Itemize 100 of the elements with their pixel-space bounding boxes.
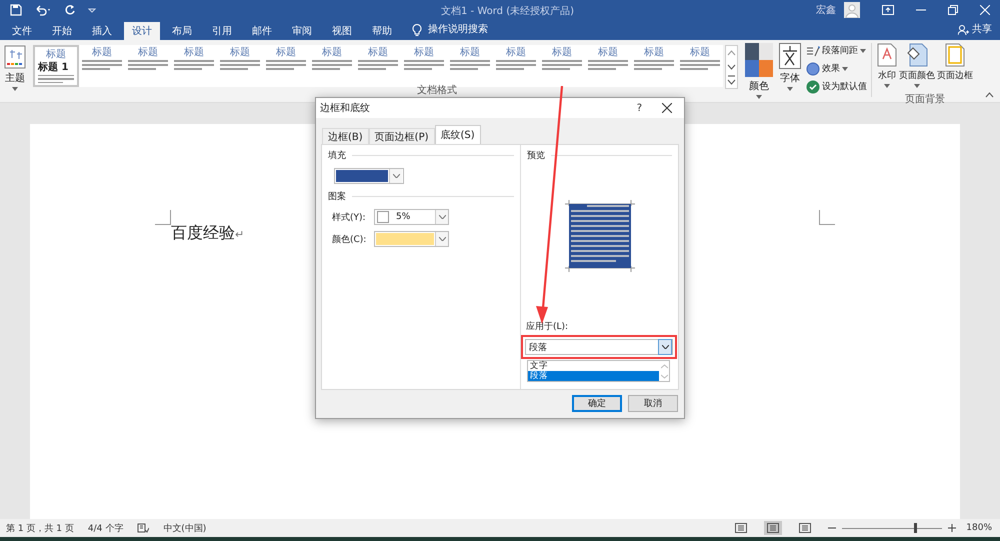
redo-icon[interactable] (64, 4, 76, 16)
caret-icon (12, 87, 18, 91)
check-icon (806, 80, 820, 94)
caret-icon (438, 237, 446, 241)
save-icon[interactable] (10, 4, 22, 16)
caret-icon (860, 48, 866, 52)
section-label: 填充 (328, 150, 346, 162)
ribbon-tab[interactable]: 视图 (324, 22, 360, 40)
margin-corner-mark (819, 210, 835, 225)
style-set-thumbnail[interactable]: 标题 (493, 45, 540, 87)
style-set-thumbnail[interactable]: 标题 (631, 45, 678, 87)
fonts-button[interactable]: 字体 (776, 43, 804, 91)
caret-icon (438, 215, 446, 219)
share-link[interactable]: 共享 (972, 22, 992, 40)
page-background-button[interactable]: 水印 (876, 43, 898, 88)
field-label: 样式(Y): (332, 212, 367, 224)
dialog-button[interactable]: 确定 (572, 395, 622, 412)
zoom-level[interactable]: 180% (966, 523, 992, 533)
style-set-thumbnail[interactable]: 标题 (585, 45, 632, 87)
paragraph-spacing-icon (806, 44, 820, 56)
lightbulb-icon[interactable] (412, 23, 422, 36)
zoom-thumb[interactable] (914, 523, 918, 533)
style-set-thumbnail[interactable]: 标题 (355, 45, 402, 87)
style-set-thumbnail[interactable]: 标题 (539, 45, 586, 87)
dialog-button[interactable]: 取消 (628, 395, 678, 412)
list-option[interactable]: 段落 (528, 371, 659, 381)
colors-button[interactable]: 颜色 (742, 43, 776, 99)
caret-icon (662, 345, 668, 349)
style-set-thumbnail[interactable]: 标题 (125, 45, 172, 87)
search-hint[interactable]: 操作说明搜索 (428, 22, 488, 40)
group-label: 文档格式 (417, 84, 457, 97)
help-button[interactable]: ? (636, 102, 642, 114)
ribbon-tab[interactable]: 审阅 (284, 22, 320, 40)
caret-icon (884, 84, 890, 88)
style-set-thumbnail[interactable]: 标题 标题 1 (33, 45, 80, 87)
zoom-in-icon[interactable] (948, 524, 956, 532)
language-indicator[interactable]: 中文(中国) (163, 522, 206, 534)
caret-icon (392, 174, 400, 178)
restore-icon[interactable] (948, 5, 958, 15)
page-view-icon (767, 523, 780, 533)
page-count[interactable]: 第 1 页，共 1 页 (6, 522, 74, 534)
window-title: 文档1 - Word (未经授权产品) (441, 4, 574, 18)
margin-corner-mark (155, 210, 171, 225)
circle-icon (806, 62, 820, 76)
ribbon-tab[interactable]: 引用 (204, 22, 240, 40)
style-set-thumbnail[interactable]: 标题 (171, 45, 218, 87)
caret-icon (787, 87, 793, 91)
page-background-button[interactable]: 页面边框 (936, 43, 974, 88)
page-border-icon (945, 43, 965, 67)
ribbon-tab[interactable]: 布局 (164, 22, 200, 40)
view-mode-button[interactable] (764, 521, 782, 535)
field-label: 应用于(L): (526, 320, 570, 333)
proofing-icon[interactable] (137, 523, 150, 533)
section-label: 图案 (328, 190, 346, 203)
dialog-tab[interactable]: 边框(B) (322, 128, 369, 144)
group-label: 页面背景 (905, 92, 945, 106)
ribbon-display-icon[interactable] (882, 5, 894, 15)
ribbon-tab[interactable]: 文件 (4, 22, 40, 40)
document-text: 百度经验 (171, 223, 235, 243)
caret-icon (914, 84, 920, 88)
ribbon-tab[interactable]: 插入 (84, 22, 120, 40)
dialog-tab[interactable]: 底纹(S) (434, 125, 481, 144)
share-icon[interactable] (958, 25, 969, 36)
pattern-color-dropdown[interactable] (374, 231, 449, 247)
fill-color-dropdown[interactable] (334, 168, 404, 184)
style-set-thumbnail[interactable]: 标题 (309, 45, 356, 87)
word-count[interactable]: 4/4 个字 (88, 522, 124, 534)
list-option[interactable]: 文字 (528, 361, 659, 371)
ribbon-small-button[interactable]: 效果 (806, 61, 867, 76)
undo-icon[interactable] (34, 4, 52, 16)
page-view-icon (735, 523, 748, 533)
paragraph-mark: ↵ (235, 227, 244, 243)
theme-button[interactable]: 主题 (0, 43, 30, 91)
ribbon-tab[interactable]: 帮助 (364, 22, 400, 40)
dialog-title: 边框和底纹 (320, 102, 370, 115)
apply-to-dropdown[interactable]: 段落 (525, 339, 673, 355)
ribbon-tab[interactable]: 开始 (44, 22, 80, 40)
ribbon-small-button[interactable]: 段落间距 (806, 43, 867, 58)
font-icon (779, 43, 801, 69)
style-set-thumbnail[interactable]: 标题 (263, 45, 310, 87)
style-dropdown[interactable]: 5% (374, 209, 449, 225)
style-set-thumbnail[interactable]: 标题 (677, 45, 724, 87)
ribbon-tab[interactable]: 邮件 (244, 22, 280, 40)
watermark-icon (877, 43, 897, 67)
style-set-thumbnail[interactable]: 标题 (79, 45, 126, 87)
theme-icon (4, 45, 26, 69)
page-view-icon (799, 523, 812, 533)
close-icon[interactable] (662, 103, 672, 113)
collapse-ribbon-icon[interactable] (985, 92, 994, 98)
caret-icon (756, 95, 762, 99)
style-set-thumbnail[interactable]: 标题 (217, 45, 264, 87)
preview-drawing (564, 200, 634, 272)
ribbon-small-button[interactable]: 设为默认值 (806, 79, 867, 94)
dialog-tab[interactable]: 页面边框(P) (368, 128, 435, 144)
ribbon-tab[interactable]: 设计 (124, 22, 160, 40)
customize-caret-icon[interactable] (88, 6, 96, 14)
color-palette-icon (745, 43, 773, 77)
page-background-button[interactable]: 页面颜色 (898, 43, 936, 88)
section-label: 预览 (527, 150, 545, 162)
caret-icon (842, 66, 848, 70)
